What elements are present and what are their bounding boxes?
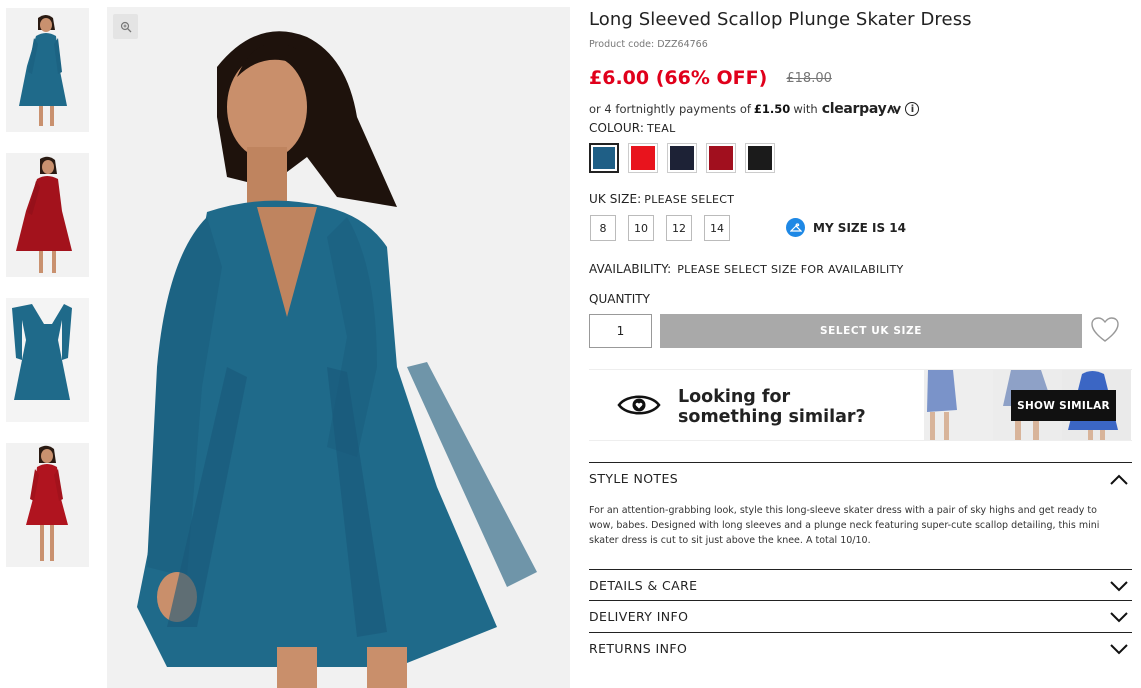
availability-label: AVAILABILITY: (589, 262, 672, 276)
clearpay-suffix: with (793, 102, 818, 116)
show-similar-button[interactable]: SHOW SIMILAR (1011, 390, 1116, 421)
colour-row: COLOUR: TEAL (589, 121, 676, 135)
clearpay-prefix: or 4 fortnightly payments of (589, 102, 751, 116)
availability-value: PLEASE SELECT SIZE FOR AVAILABILITY (677, 263, 904, 276)
quantity-label: QUANTITY (589, 292, 650, 306)
colour-selected: TEAL (647, 122, 676, 135)
thumbnail-teal-flat[interactable] (6, 298, 89, 422)
similar-text: Looking for something similar? (678, 387, 866, 427)
colour-swatches (589, 143, 784, 173)
model-image (107, 7, 570, 688)
swatch-berry[interactable] (706, 143, 736, 173)
price: £6.00 (66% OFF) £18.00 (589, 67, 832, 89)
my-size-button[interactable]: MY SIZE IS 14 (786, 218, 906, 237)
chevron-down-icon (1110, 611, 1128, 622)
hanger-icon (786, 218, 805, 237)
details-care-section: DETAILS & CARE (589, 569, 1132, 601)
availability-row: AVAILABILITY: PLEASE SELECT SIZE FOR AVAI… (589, 262, 904, 276)
thumbnail-red-front[interactable] (6, 443, 89, 567)
swatch-red[interactable] (628, 143, 658, 173)
returns-info-title: RETURNS INFO (589, 641, 688, 656)
delivery-info-title: DELIVERY INFO (589, 609, 689, 624)
quantity-input[interactable]: 1 (589, 314, 652, 348)
style-notes-title: STYLE NOTES (589, 471, 679, 486)
product-flat-image (6, 298, 89, 422)
clearpay-logo: clearpay (821, 101, 887, 117)
returns-info-header[interactable]: RETURNS INFO (589, 633, 1132, 664)
product-code: Product code: DZZ64766 (589, 39, 708, 50)
size-label: UK SIZE: (589, 192, 642, 206)
heart-icon[interactable] (1090, 316, 1120, 344)
eye-icon (617, 395, 661, 415)
chevron-up-icon (1110, 474, 1128, 485)
swatch-teal[interactable] (589, 143, 619, 173)
thumbnail-red-side[interactable] (6, 153, 89, 277)
style-notes-body: For an attention-grabbing look, style th… (589, 505, 1100, 546)
details-care-title: DETAILS & CARE (589, 578, 698, 593)
thumbnail-gallery (6, 8, 89, 588)
clearpay-arrows-icon (887, 104, 902, 114)
swatch-navy[interactable] (667, 143, 697, 173)
product-title: Long Sleeved Scallop Plunge Skater Dress (589, 9, 972, 30)
add-to-bag-button[interactable]: SELECT UK SIZE (660, 314, 1082, 348)
chevron-down-icon (1110, 580, 1128, 591)
clearpay-amount: £1.50 (753, 102, 791, 116)
colour-label: COLOUR: (589, 121, 645, 135)
size-option-14[interactable]: 14 (704, 215, 730, 241)
model-image (6, 8, 89, 132)
model-image (6, 443, 89, 567)
price-original: £18.00 (786, 71, 832, 86)
size-row: UK SIZE: PLEASE SELECT (589, 192, 734, 206)
details-care-header[interactable]: DETAILS & CARE (589, 570, 1132, 601)
size-option-10[interactable]: 10 (628, 215, 654, 241)
similar-line-2: something similar? (678, 407, 866, 427)
zoom-icon[interactable] (113, 14, 138, 39)
swatch-black[interactable] (745, 143, 775, 173)
similar-line-1: Looking for (678, 387, 791, 407)
price-current: £6.00 (66% OFF) (589, 67, 768, 89)
main-product-image[interactable] (107, 7, 570, 688)
clearpay-message: or 4 fortnightly payments of £1.50 with … (589, 101, 920, 117)
info-icon[interactable]: i (905, 102, 920, 116)
similar-image-1 (924, 370, 993, 440)
thumbnail-teal-front[interactable] (6, 8, 89, 132)
size-option-8[interactable]: 8 (590, 215, 616, 241)
returns-info-section: RETURNS INFO (589, 632, 1132, 664)
delivery-info-section: DELIVERY INFO (589, 600, 1132, 632)
size-option-12[interactable]: 12 (666, 215, 692, 241)
my-size-label: MY SIZE IS 14 (813, 220, 906, 235)
delivery-info-header[interactable]: DELIVERY INFO (589, 601, 1132, 632)
size-selected: PLEASE SELECT (644, 193, 735, 206)
similar-banner: Looking for something similar? SHOW SIMI… (589, 369, 1132, 441)
size-options: 8 10 12 14 (590, 215, 742, 241)
style-notes-section: STYLE NOTES For an attention-grabbing lo… (589, 462, 1132, 548)
chevron-down-icon (1110, 643, 1128, 654)
model-image (6, 153, 89, 277)
style-notes-header[interactable]: STYLE NOTES (589, 463, 1132, 494)
